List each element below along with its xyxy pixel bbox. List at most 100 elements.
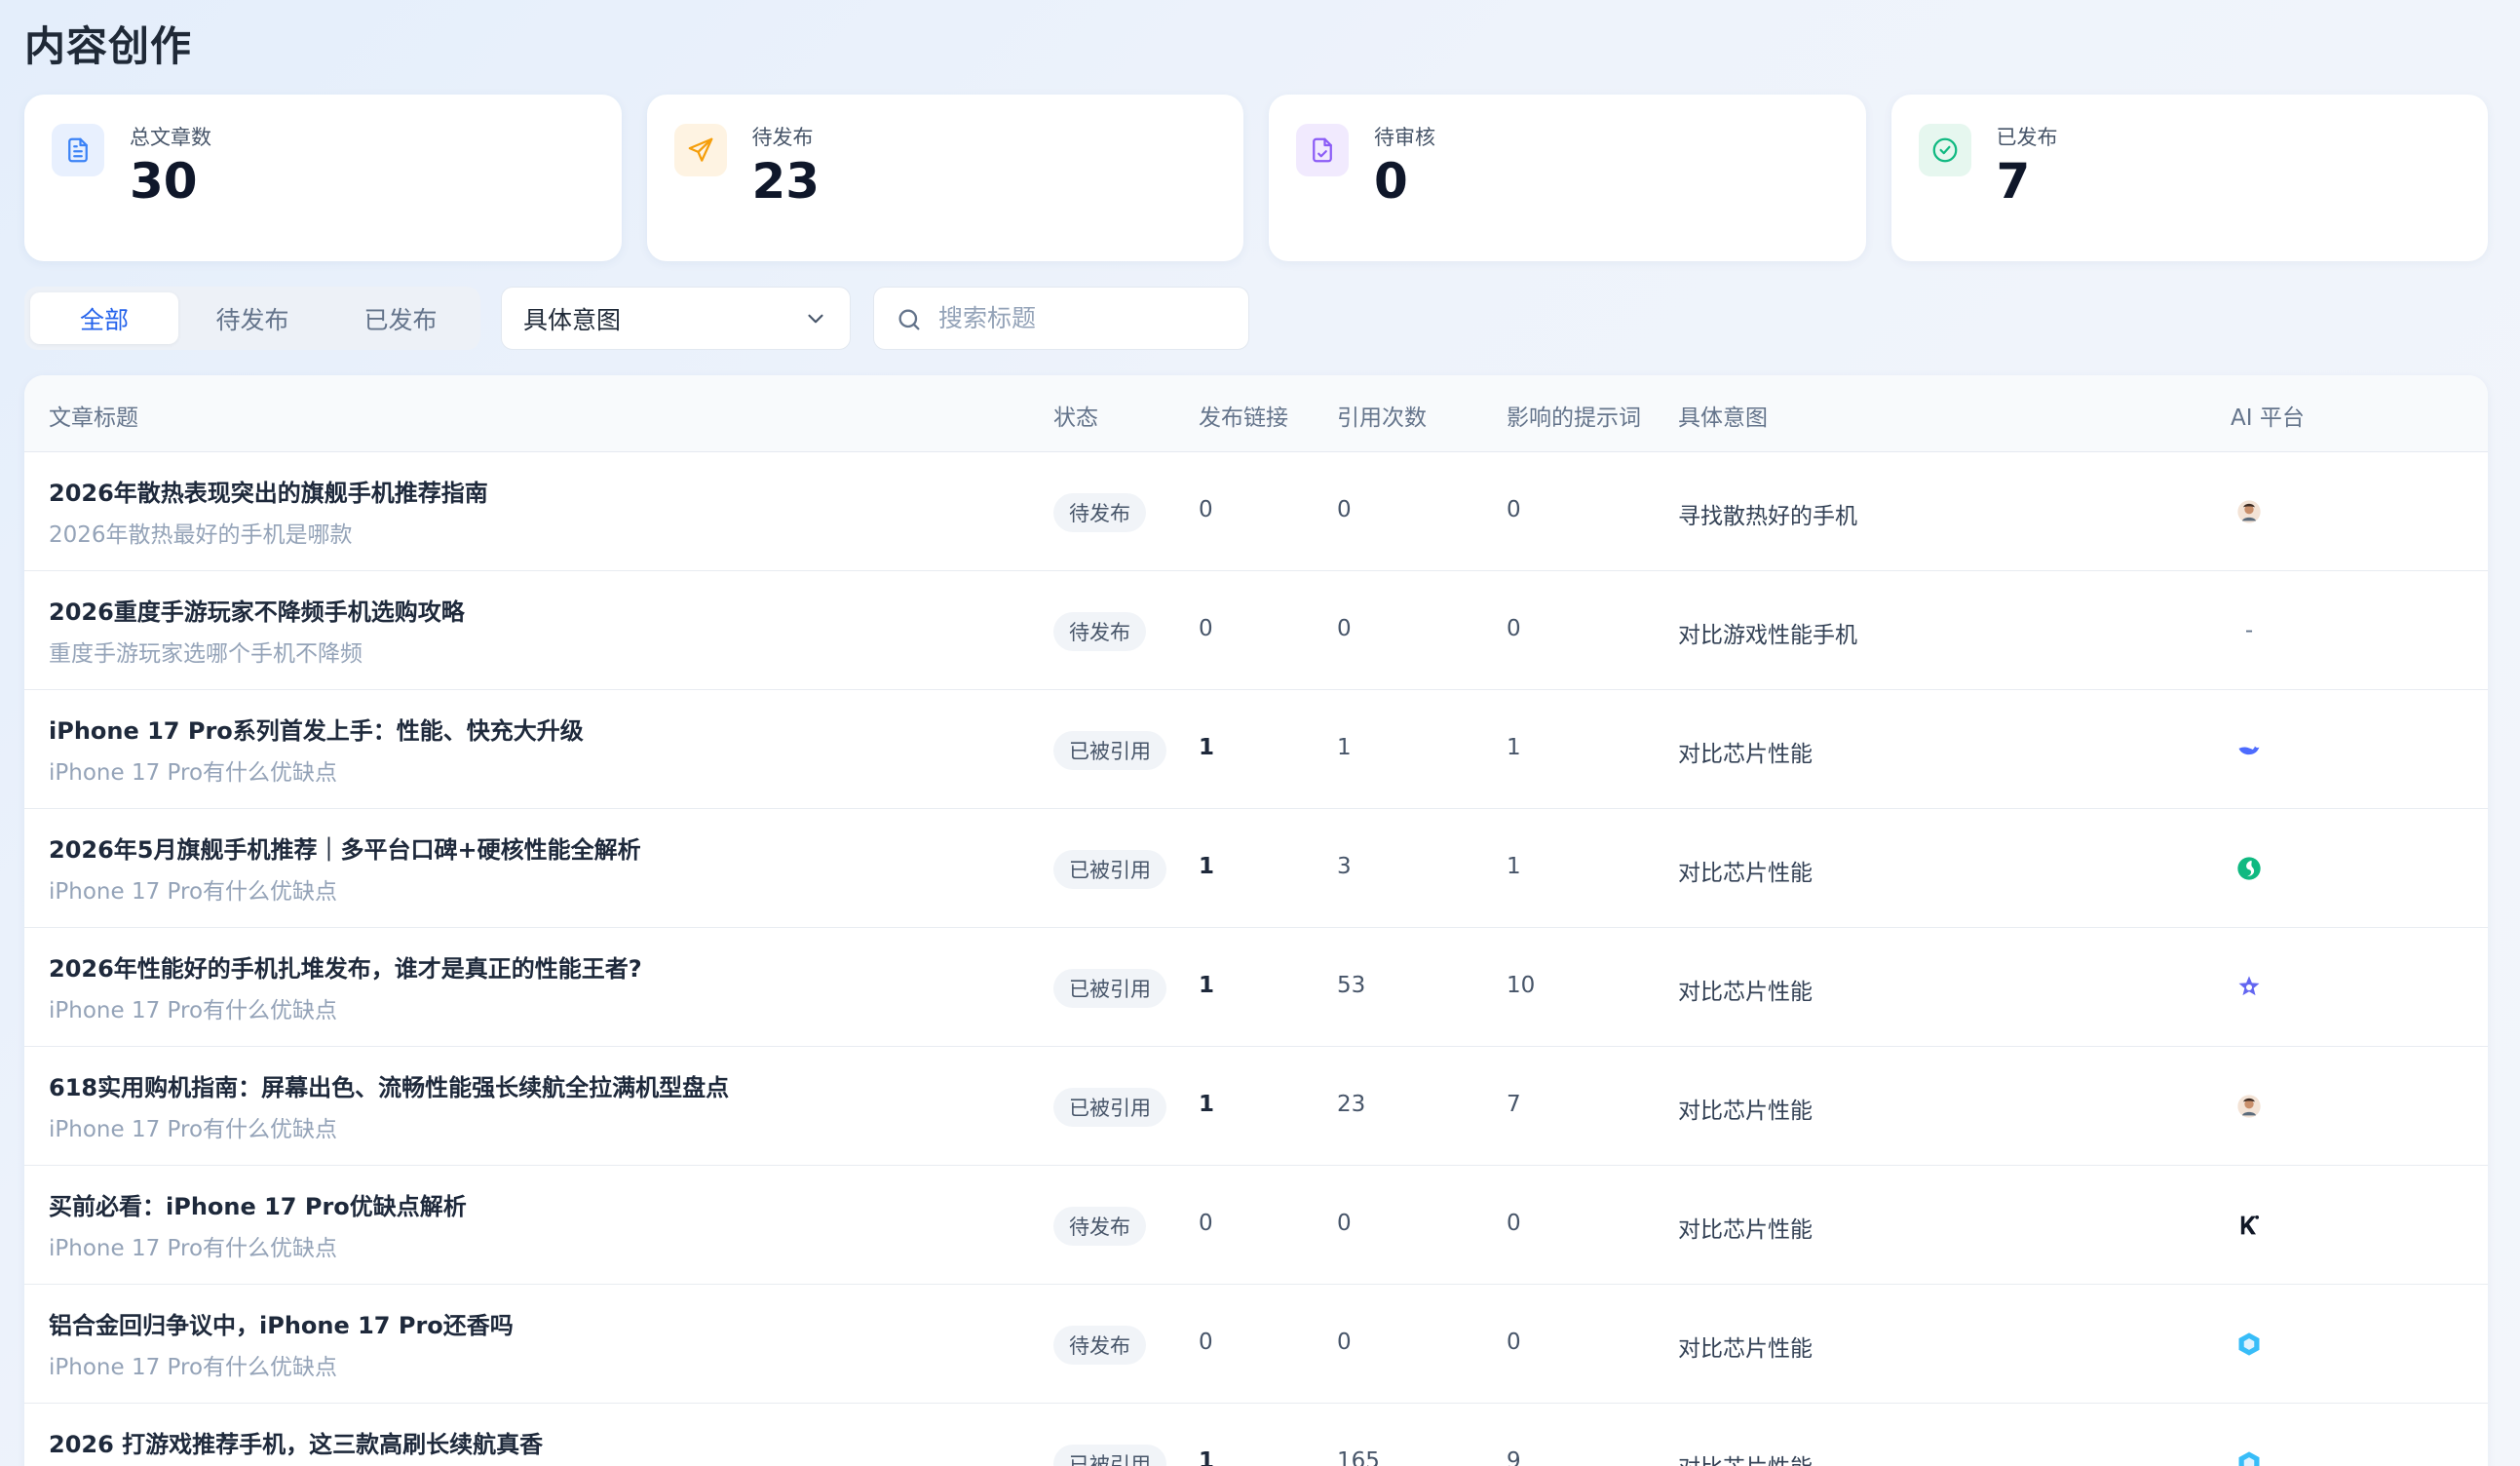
citation-count: 3 — [1337, 854, 1352, 879]
article-title[interactable]: 2026年5月旗舰手机推荐｜多平台口碑+硬核性能全解析 — [49, 830, 641, 865]
affected-prompts-count: 0 — [1507, 497, 1521, 522]
whale-icon — [2234, 735, 2264, 764]
stat-card-total: 总文章数 30 — [24, 95, 622, 261]
col-intent: 具体意图 — [1678, 405, 1768, 431]
cube-icon — [2234, 1448, 2264, 1466]
cube-icon — [2234, 1330, 2264, 1359]
article-title[interactable]: 2026年性能好的手机扎堆发布，谁才是真正的性能王者? — [49, 949, 642, 984]
ai-platform-empty: - — [2244, 618, 2254, 643]
stat-value: 30 — [130, 153, 198, 210]
k-logo-icon — [2234, 1211, 2264, 1240]
tab-published[interactable]: 已发布 — [326, 292, 475, 344]
search-icon — [898, 309, 920, 330]
table-row[interactable]: iPhone 17 Pro系列首发上手：性能、快充大升级 iPhone 17 Pr… — [24, 690, 2488, 809]
green-swirl-icon — [2234, 854, 2264, 883]
col-title: 文章标题 — [49, 405, 138, 431]
stat-card-published: 已发布 7 — [1890, 95, 2488, 261]
article-subtitle: 重度手游玩家选哪个手机不降频 — [49, 641, 363, 667]
document-icon — [52, 124, 104, 176]
send-icon — [673, 124, 727, 176]
check-circle-icon — [1918, 124, 1971, 176]
star-icon — [2234, 973, 2264, 1002]
stat-label: 待审核 — [1374, 126, 1435, 149]
chevron-down-icon — [808, 314, 823, 324]
table-row[interactable]: 买前必看：iPhone 17 Pro优缺点解析 iPhone 17 Pro有什么优… — [24, 1166, 2488, 1285]
page-title: 内容创作 — [24, 22, 193, 70]
col-status: 状态 — [1053, 405, 1098, 431]
intent-text: 对比游戏性能手机 — [1678, 623, 1857, 648]
table-row[interactable]: 618实用购机指南：屏幕出色、流畅性能强长续航全拉满机型盘点 iPhone 17 … — [24, 1047, 2488, 1166]
tab-all[interactable]: 全部 — [30, 292, 178, 344]
table-row[interactable]: 铝合金回归争议中，iPhone 17 Pro还香吗 iPhone 17 Pro有什… — [24, 1285, 2488, 1404]
intent-text: 对比芯片性能 — [1678, 861, 1813, 886]
status-badge: 待发布 — [1053, 1326, 1146, 1365]
search-input[interactable] — [938, 304, 1221, 332]
stat-card-review: 待审核 0 — [1269, 95, 1866, 261]
affected-prompts-count: 7 — [1507, 1092, 1521, 1117]
status-badge: 已被引用 — [1053, 850, 1166, 889]
table-row[interactable]: 2026重度手游玩家不降频手机选购攻略 重度手游玩家选哪个手机不降频 待发布 0 0 0 对… — [24, 571, 2488, 690]
publish-link-count: 1 — [1199, 854, 1215, 879]
article-title[interactable]: iPhone 17 Pro系列首发上手：性能、快充大升级 — [49, 712, 584, 746]
status-badge: 待发布 — [1053, 493, 1146, 532]
article-subtitle: iPhone 17 Pro有什么优缺点 — [49, 1236, 338, 1261]
publish-link-count: 0 — [1199, 497, 1213, 522]
publish-link-count: 0 — [1199, 616, 1213, 641]
status-badge: 已被引用 — [1053, 1445, 1166, 1466]
citation-count: 0 — [1337, 497, 1352, 522]
affected-prompts-count: 9 — [1507, 1448, 1521, 1466]
citation-count: 0 — [1337, 1211, 1352, 1236]
article-subtitle: iPhone 17 Pro有什么优缺点 — [49, 879, 338, 905]
status-tabs: 全部 待发布 已发布 — [24, 287, 480, 350]
stat-value: 7 — [1996, 153, 2031, 210]
status-badge: 待发布 — [1053, 1207, 1146, 1246]
intent-text: 对比芯片性能 — [1678, 1099, 1813, 1124]
table-row[interactable]: 2026年性能好的手机扎堆发布，谁才是真正的性能王者? iPhone 17 Pro… — [24, 928, 2488, 1047]
status-badge: 已被引用 — [1053, 1088, 1166, 1127]
article-title[interactable]: 买前必看：iPhone 17 Pro优缺点解析 — [49, 1187, 467, 1221]
col-link: 发布链接 — [1199, 405, 1288, 431]
articles-table: 文章标题 状态 发布链接 引用次数 影响的提示词 具体意图 AI 平台 2026… — [24, 375, 2488, 1466]
affected-prompts-count: 0 — [1507, 1330, 1521, 1355]
table-header: 文章标题 状态 发布链接 引用次数 影响的提示词 具体意图 AI 平台 — [24, 375, 2488, 452]
article-title[interactable]: 2026 打游戏推荐手机，这三款高刷长续航真香 — [49, 1425, 543, 1459]
intent-text: 对比芯片性能 — [1678, 980, 1813, 1005]
stat-value: 0 — [1374, 153, 1408, 210]
content-creation-page: 内容创作 总文章数 30 待发布 23 待审核 0 已发布 7 全部 待发布 已… — [0, 0, 2520, 1466]
article-subtitle: iPhone 17 Pro有什么优缺点 — [49, 998, 338, 1023]
affected-prompts-count: 10 — [1507, 973, 1536, 998]
citation-count: 1 — [1337, 735, 1352, 760]
article-title[interactable]: 铝合金回归争议中，iPhone 17 Pro还香吗 — [49, 1306, 514, 1340]
tab-pending[interactable]: 待发布 — [178, 292, 326, 344]
table-row[interactable]: 2026年5月旗舰手机推荐｜多平台口碑+硬核性能全解析 iPhone 17 Pro… — [24, 809, 2488, 928]
stats-row: 总文章数 30 待发布 23 待审核 0 已发布 7 — [24, 95, 2488, 261]
citation-count: 165 — [1337, 1448, 1380, 1466]
table-row[interactable]: 2026年散热表现突出的旗舰手机推荐指南 2026年散热最好的手机是哪款 待发布 0 0… — [24, 452, 2488, 571]
citation-count: 23 — [1337, 1092, 1366, 1117]
table-row[interactable]: 2026 打游戏推荐手机，这三款高刷长续航真香已被引用 1 165 9 对比芯片性能 — [24, 1404, 2488, 1466]
article-title[interactable]: 2026重度手游玩家不降频手机选购攻略 — [49, 593, 465, 627]
status-badge: 待发布 — [1053, 612, 1146, 651]
intent-text: 对比芯片性能 — [1678, 1336, 1813, 1362]
article-title[interactable]: 618实用购机指南：屏幕出色、流畅性能强长续航全拉满机型盘点 — [49, 1068, 729, 1102]
intent-text: 寻找散热好的手机 — [1678, 504, 1857, 529]
intent-text: 对比芯片性能 — [1678, 1448, 1813, 1466]
intent-text: 对比芯片性能 — [1678, 1217, 1813, 1243]
article-subtitle: iPhone 17 Pro有什么优缺点 — [49, 1117, 338, 1142]
affected-prompts-count: 0 — [1507, 616, 1521, 641]
publish-link-count: 1 — [1199, 1092, 1215, 1117]
avatar-icon — [2234, 497, 2264, 526]
file-check-icon — [1296, 124, 1349, 176]
affected-prompts-count: 0 — [1507, 1211, 1521, 1236]
publish-link-count: 1 — [1199, 973, 1215, 998]
status-badge: 已被引用 — [1053, 731, 1166, 770]
stat-label: 总文章数 — [130, 126, 211, 149]
article-subtitle: 2026年散热最好的手机是哪款 — [49, 522, 353, 548]
stat-label: 已发布 — [1996, 126, 2058, 149]
intent-select[interactable]: 具体意图 — [501, 287, 851, 350]
publish-link-count: 0 — [1199, 1211, 1213, 1236]
article-title[interactable]: 2026年散热表现突出的旗舰手机推荐指南 — [49, 474, 488, 508]
status-badge: 已被引用 — [1053, 969, 1166, 1008]
affected-prompts-count: 1 — [1507, 854, 1521, 879]
intent-select-value: 具体意图 — [523, 305, 622, 334]
